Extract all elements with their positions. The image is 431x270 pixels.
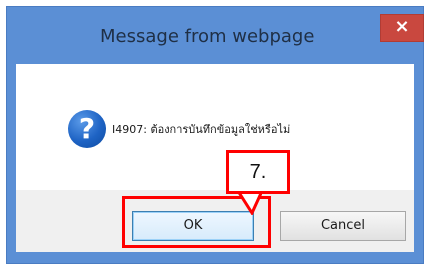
callout-tail: [238, 191, 262, 215]
step-callout: 7.: [226, 150, 290, 194]
screenshot-stage: Message from webpage × ? I4907: ต้องการบ…: [0, 0, 431, 270]
question-icon: ?: [68, 110, 106, 148]
dialog-message: I4907: ต้องการบันทึกข้อมูลใช่หรือไม่: [112, 123, 291, 136]
close-button[interactable]: ×: [380, 14, 424, 42]
dialog-title: Message from webpage: [100, 26, 315, 47]
cancel-button[interactable]: Cancel: [280, 211, 406, 241]
